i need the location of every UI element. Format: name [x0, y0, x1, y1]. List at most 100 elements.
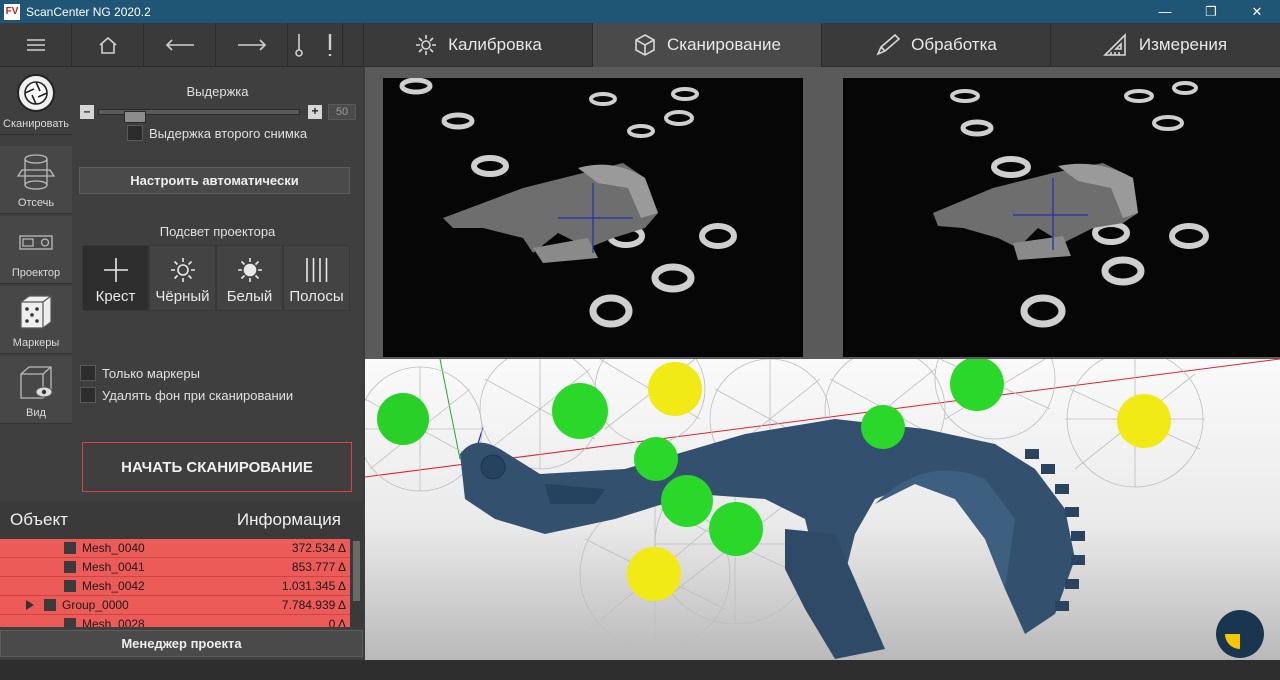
sidebar-item-view[interactable]: Вид	[0, 356, 72, 424]
cylinder-clip-icon	[16, 154, 56, 190]
column-object[interactable]: Объект	[10, 510, 68, 530]
app-logo: FV	[4, 3, 20, 20]
exposure-thumb[interactable]	[124, 111, 146, 123]
projector-light-modes: Крест Чёрный Белый Полосы	[82, 245, 350, 311]
tab-processing[interactable]: Обработка	[821, 23, 1050, 67]
markers-only-checkbox[interactable]	[80, 365, 96, 381]
expand-arrow-icon[interactable]	[24, 599, 36, 611]
table-row[interactable]: Mesh_0042 1.031.345 Δ	[0, 577, 350, 596]
table-row[interactable]: Group_0000 7.784.939 Δ	[0, 596, 350, 615]
main-toolbar: Калибровка Сканирование Обработка Измере…	[0, 23, 1280, 67]
status-bar	[0, 660, 1280, 680]
visibility-checkbox[interactable]	[64, 542, 76, 554]
tab-label: Калибровка	[448, 35, 542, 54]
table-row[interactable]: Mesh_0040 372.534 Δ	[0, 539, 350, 558]
sidebar-item-clip[interactable]: Отсечь	[0, 146, 72, 214]
markers-cube-icon	[20, 295, 52, 329]
mode-cross-button[interactable]: Крест	[82, 245, 149, 311]
3d-viewport[interactable]	[365, 359, 1280, 660]
visibility-checkbox[interactable]	[64, 618, 76, 627]
exposure-value[interactable]: 50	[328, 104, 356, 120]
exposure-track[interactable]	[98, 109, 300, 123]
home-button[interactable]	[72, 23, 144, 67]
exposure-decrease-button[interactable]: –	[80, 105, 94, 119]
minimize-button[interactable]: —	[1142, 0, 1188, 23]
thermometer-icon	[295, 34, 303, 57]
pencil-icon	[876, 33, 901, 56]
sidebar-label: Проектор	[11, 267, 61, 279]
restore-button[interactable]: ❐	[1188, 0, 1234, 23]
tab-measurements[interactable]: Измерения	[1050, 23, 1279, 67]
column-info[interactable]: Информация	[237, 510, 341, 530]
tab-scanning[interactable]: Сканирование	[592, 23, 821, 67]
home-icon	[98, 36, 117, 54]
remove-background-checkbox[interactable]	[80, 387, 96, 403]
warning-icon	[328, 34, 332, 56]
exposure-slider[interactable]: – + 50	[80, 104, 356, 123]
triangle-ruler-icon	[1102, 33, 1126, 56]
exposure-label: Выдержка	[186, 84, 249, 99]
3d-scene	[365, 359, 1280, 659]
visibility-checkbox[interactable]	[44, 599, 56, 611]
table-row[interactable]: Mesh_0041 853.777 Δ	[0, 558, 350, 577]
visibility-checkbox[interactable]	[64, 580, 76, 592]
object-name: Mesh_0040	[82, 541, 145, 555]
view-cube-icon	[20, 366, 53, 399]
temperature-indicator	[288, 23, 343, 67]
remove-background-option[interactable]: Удалять фон при сканировании	[80, 387, 293, 403]
remove-background-label: Удалять фон при сканировании	[102, 387, 294, 403]
camera-view-left[interactable]	[383, 78, 803, 357]
cube-icon	[635, 34, 655, 56]
mode-white-button[interactable]: Белый	[216, 245, 283, 311]
object-name: Group_0000	[62, 598, 129, 612]
tab-label: Обработка	[911, 35, 997, 54]
object-info: 7.784.939 Δ	[281, 598, 346, 612]
camera-image-left	[399, 78, 737, 328]
start-scanning-button[interactable]: НАЧАТЬ СКАНИРОВАНИЕ	[82, 442, 352, 492]
markers-only-option[interactable]: Только маркеры	[80, 365, 200, 381]
auto-configure-button[interactable]: Настроить автоматически	[79, 167, 350, 194]
arrow-left-icon	[165, 39, 194, 51]
left-panel: Сканировать Отсечь Проектор Маркеры Вид	[0, 67, 363, 660]
sidebar-item-markers[interactable]: Маркеры	[0, 286, 72, 354]
sidebar-label: Вид	[26, 407, 46, 419]
camera-views	[365, 67, 1280, 359]
hamburger-icon	[26, 39, 45, 51]
object-info: 372.534 Δ	[291, 541, 346, 555]
gear-icon	[416, 35, 437, 55]
second-shot-checkbox[interactable]	[127, 125, 143, 141]
sidebar: Сканировать Отсечь Проектор Маркеры Вид	[0, 67, 72, 427]
menu-button[interactable]	[0, 23, 72, 67]
cross-icon	[103, 258, 128, 282]
tab-calibration[interactable]: Калибровка	[363, 23, 592, 67]
object-list: Mesh_0040 372.534 Δ Mesh_0041 853.777 Δ …	[0, 539, 363, 627]
visibility-checkbox[interactable]	[64, 561, 76, 573]
projector-light-label: Подсвет проектора	[159, 224, 276, 239]
object-list-scrollbar[interactable]	[350, 539, 363, 627]
redo-button[interactable]	[216, 23, 288, 67]
close-button[interactable]: ✕	[1234, 0, 1280, 23]
tab-label: Измерения	[1138, 35, 1228, 54]
object-name: Mesh_0028	[82, 617, 145, 627]
mode-black-button[interactable]: Чёрный	[149, 245, 216, 311]
projector-icon	[19, 235, 53, 250]
second-shot-exposure-option[interactable]: Выдержка второго снимка	[127, 125, 307, 141]
app-title: ScanCenter NG 2020.2	[26, 4, 151, 19]
title-bar: FV ScanCenter NG 2020.2 — ❐ ✕	[0, 0, 1280, 23]
camera-view-right[interactable]	[843, 78, 1280, 357]
object-info: 1.031.345 Δ	[281, 579, 346, 593]
arrow-right-icon	[237, 39, 266, 51]
undo-button[interactable]	[144, 23, 216, 67]
mode-stripes-button[interactable]: Полосы	[283, 245, 350, 311]
aperture-icon	[17, 74, 55, 112]
scrollbar-thumb[interactable]	[353, 541, 360, 601]
exposure-increase-button[interactable]: +	[308, 105, 322, 119]
sidebar-item-projector[interactable]: Проектор	[0, 216, 72, 284]
object-info: 0 Δ	[328, 617, 346, 627]
tab-label: Сканирование	[667, 35, 781, 54]
project-manager-button[interactable]: Менеджер проекта	[0, 630, 363, 657]
table-row[interactable]: Mesh_0028 0 Δ	[0, 615, 350, 627]
sidebar-label: Сканировать	[3, 118, 69, 130]
stripes-icon	[305, 258, 327, 282]
sidebar-item-scan[interactable]: Сканировать	[0, 67, 72, 135]
